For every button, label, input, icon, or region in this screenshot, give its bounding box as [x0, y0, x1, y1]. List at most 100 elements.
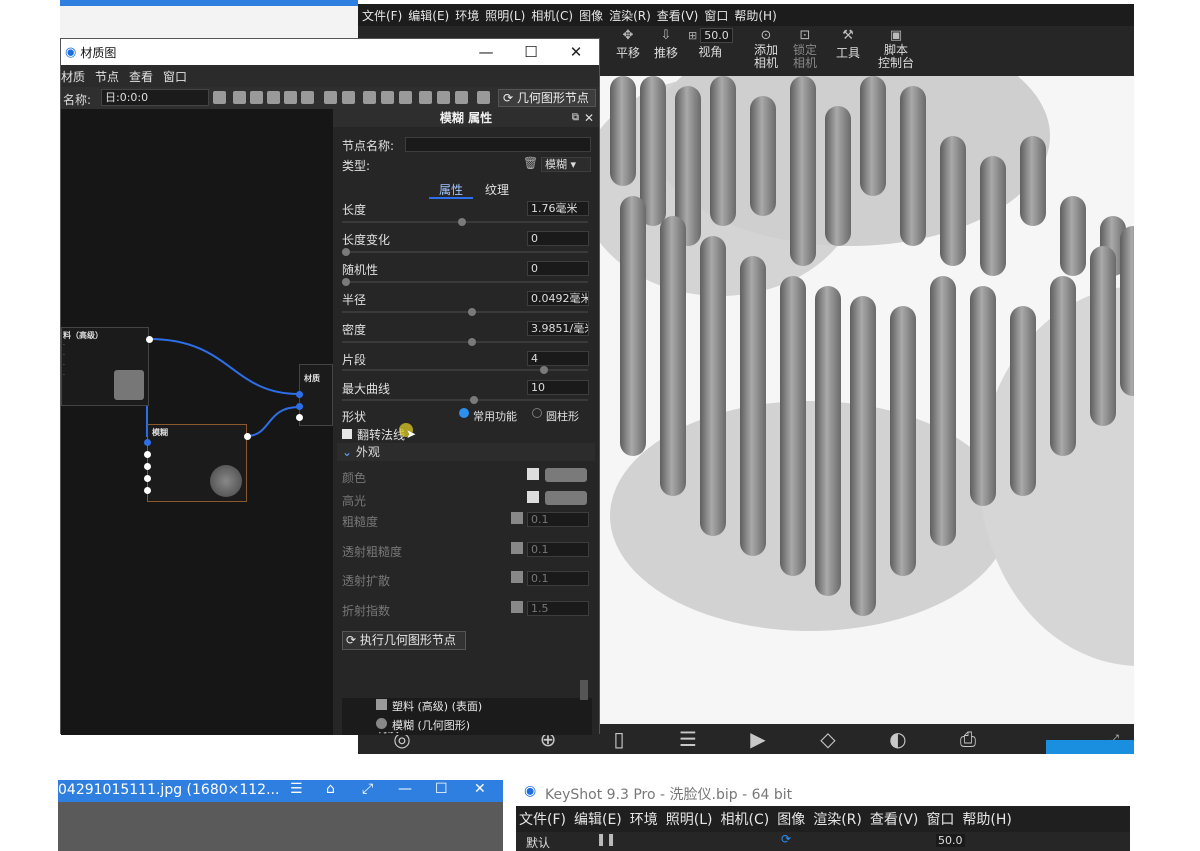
texture-map-icon[interactable] [511, 601, 523, 613]
geometry-node-button[interactable]: ⟳ 几何图形节点 [498, 89, 596, 107]
density-slider[interactable] [342, 338, 588, 346]
fov-control[interactable]: ⊞ 50.0 视角 [688, 28, 733, 59]
blur-node[interactable]: 模糊 [147, 424, 247, 502]
shape-option-common[interactable]: 常用功能 [473, 408, 517, 424]
shape-option-cylinder[interactable]: 圆柱形 [546, 408, 579, 424]
length-slider[interactable] [342, 218, 588, 226]
minimize-icon[interactable]: — [476, 42, 496, 62]
pan-tool[interactable]: ✥ 平移 [616, 28, 640, 60]
menu-lighting[interactable]: 照明(L) [666, 809, 713, 829]
menu-camera[interactable]: 相机(C) [531, 7, 573, 24]
maximize-icon[interactable]: ☐ [435, 781, 448, 797]
library-book-icon[interactable]: ▯ [605, 726, 633, 752]
menu-edit[interactable]: 编辑(E) [408, 7, 449, 24]
menu-view[interactable]: 查看(V) [870, 809, 919, 829]
menu-icon[interactable]: ☰ [290, 781, 303, 797]
preset-select[interactable]: 默认 [526, 834, 550, 851]
render-viewport[interactable] [600, 76, 1134, 724]
delete-icon[interactable] [342, 91, 355, 104]
slider-knob[interactable] [458, 218, 466, 226]
tree-scrollbar[interactable] [580, 680, 588, 700]
connect-icon[interactable] [477, 91, 490, 104]
menu-file[interactable]: 文件(F) [362, 7, 402, 24]
slider-knob[interactable] [470, 396, 478, 404]
radius-input[interactable]: 0.0492毫米 [527, 291, 589, 306]
tree-item-plastic[interactable]: 塑料 (高级) (表面) [392, 698, 482, 714]
search-icon[interactable] [233, 91, 246, 104]
menu-image[interactable]: 图像 [579, 7, 603, 24]
refresh-icon[interactable]: ⟳ [781, 832, 791, 846]
menu-node[interactable]: 节点 [95, 68, 119, 85]
lock-icon[interactable] [301, 91, 314, 104]
node-graph-canvas[interactable]: 料（高级） · · · · 材质 模糊 [61, 109, 333, 735]
refraction-index-input[interactable]: 1.5 [527, 601, 589, 616]
project-icon[interactable]: ☰ [674, 726, 702, 752]
texture-map-icon[interactable] [511, 571, 523, 583]
radius-slider[interactable] [342, 308, 588, 316]
menu-help[interactable]: 帮助(H) [962, 809, 1011, 829]
input-port[interactable] [144, 475, 151, 482]
undock-icon[interactable]: ⧉ [572, 109, 579, 127]
tree-item-blur[interactable]: 模糊 (几何图形) [392, 717, 470, 732]
node-icon[interactable] [250, 91, 263, 104]
menu-window[interactable]: 窗口 [926, 809, 954, 829]
refresh-icon[interactable] [267, 91, 280, 104]
tab-properties[interactable]: 属性 [439, 181, 463, 198]
slider-knob[interactable] [540, 366, 548, 374]
appearance-section-header[interactable]: ⌄ 外观 [337, 443, 595, 461]
transmission-roughness-input[interactable]: 0.1 [527, 542, 589, 557]
plastic-advanced-node[interactable]: 料（高级） · · · · [61, 327, 149, 406]
node-name-input[interactable] [405, 137, 591, 152]
animation-icon[interactable]: ▶ [744, 726, 772, 752]
output-port[interactable] [146, 336, 153, 343]
texture-icon[interactable] [363, 91, 376, 104]
randomness-input[interactable]: 0 [527, 261, 589, 276]
type-select[interactable]: 模糊 ▾ [541, 157, 591, 172]
fov-input[interactable]: 50.0 [700, 28, 733, 43]
texture-map-icon[interactable] [527, 491, 539, 503]
frame-icon[interactable] [455, 91, 468, 104]
flip-normals-checkbox[interactable] [342, 429, 352, 439]
name-input[interactable]: 日:0:0:0 [101, 89, 209, 106]
slider-knob[interactable] [342, 248, 350, 256]
close-icon[interactable]: ✕ [474, 781, 486, 797]
slider-knob[interactable] [468, 338, 476, 346]
output-port[interactable] [244, 433, 251, 440]
menu-image[interactable]: 图像 [777, 809, 805, 829]
grid-icon[interactable] [381, 91, 394, 104]
fullscreen-icon[interactable]: ⤢ [362, 781, 373, 797]
transmission-diffusion-input[interactable]: 0.1 [527, 571, 589, 586]
fov-input[interactable]: 50.0 [936, 834, 965, 847]
copy-icon[interactable] [324, 91, 337, 104]
input-port[interactable] [144, 439, 151, 446]
menu-view[interactable]: 查看 [129, 68, 153, 85]
texture-map-icon[interactable] [511, 512, 523, 524]
length-variation-slider[interactable] [342, 248, 588, 256]
fit-icon[interactable] [437, 91, 450, 104]
layout-icon[interactable] [419, 91, 432, 104]
minimize-icon[interactable]: — [398, 781, 412, 797]
adjust-icon[interactable] [284, 91, 297, 104]
input-port[interactable] [144, 463, 151, 470]
menu-environment[interactable]: 环境 [630, 809, 658, 829]
input-port[interactable] [144, 487, 151, 494]
randomness-slider[interactable] [342, 278, 588, 286]
texture-map-icon[interactable] [527, 468, 539, 480]
dolly-tool[interactable]: ⇩ 推移 [654, 28, 678, 60]
menu-render[interactable]: 渲染(R) [813, 809, 862, 829]
color-swatch[interactable] [545, 468, 587, 482]
script-console-button[interactable]: ▣ 脚本 控制台 [878, 28, 914, 70]
meeting-widget[interactable] [1046, 740, 1134, 754]
screenshot-icon[interactable]: ⎙ [954, 726, 982, 752]
trash-icon[interactable]: 🗑 [523, 156, 538, 170]
shape-radio-selected[interactable] [459, 408, 469, 418]
menu-window[interactable]: 窗口 [704, 7, 728, 24]
length-input[interactable]: 1.76毫米 [527, 201, 589, 216]
roughness-input[interactable]: 0.1 [527, 512, 589, 527]
menu-view[interactable]: 查看(V) [657, 7, 699, 24]
texture-map-icon[interactable] [511, 542, 523, 554]
input-port-geometry[interactable] [296, 403, 303, 410]
save-icon[interactable] [213, 91, 226, 104]
input-port-label[interactable] [296, 414, 303, 421]
slider-knob[interactable] [468, 308, 476, 316]
